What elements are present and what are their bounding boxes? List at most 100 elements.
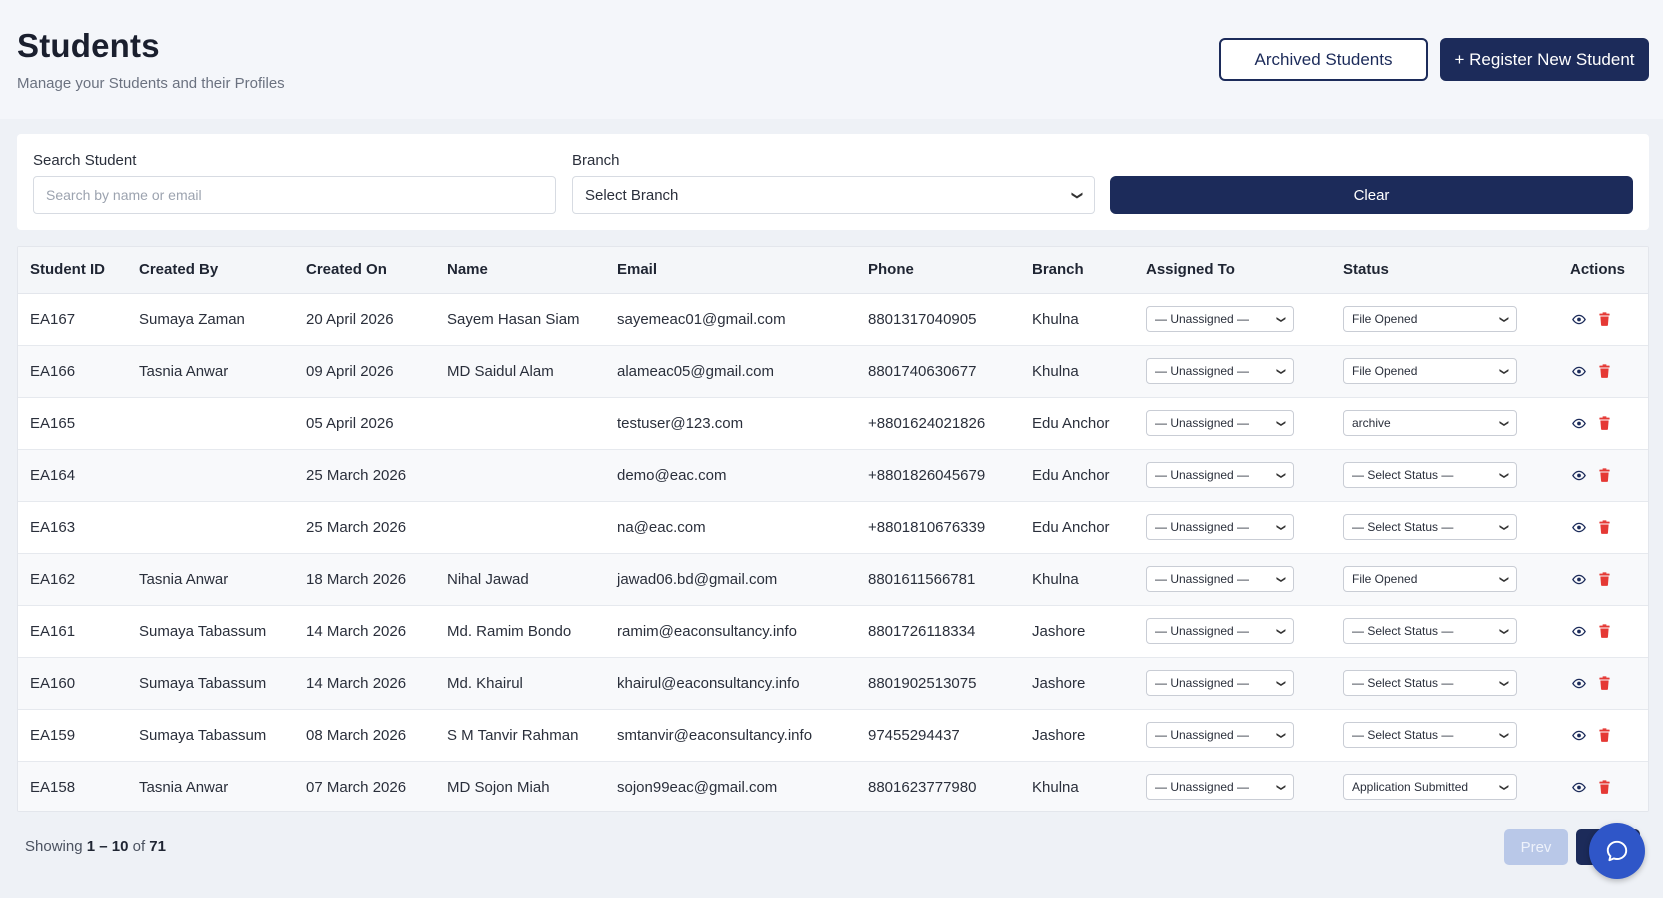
chevron-down-icon: ❯ bbox=[1276, 523, 1287, 531]
assigned-to-select[interactable]: — Unassigned — ❯ bbox=[1146, 618, 1294, 644]
branch-label: Branch bbox=[572, 152, 620, 169]
status-select[interactable]: Application Submitted ❯ bbox=[1343, 774, 1517, 800]
trash-icon[interactable] bbox=[1598, 676, 1612, 690]
assigned-to-select[interactable]: — Unassigned — ❯ bbox=[1146, 462, 1294, 488]
prev-page-button[interactable]: Prev bbox=[1504, 829, 1568, 865]
status-value: File Opened bbox=[1352, 364, 1418, 378]
status-select[interactable]: — Select Status — ❯ bbox=[1343, 722, 1517, 748]
trash-icon[interactable] bbox=[1598, 416, 1612, 430]
assigned-to-value: — Unassigned — bbox=[1155, 416, 1250, 430]
status-select[interactable]: archive ❯ bbox=[1343, 410, 1517, 436]
eye-icon[interactable] bbox=[1572, 364, 1586, 378]
chat-button[interactable] bbox=[1589, 823, 1645, 879]
trash-icon[interactable] bbox=[1598, 572, 1612, 586]
status-select[interactable]: — Select Status — ❯ bbox=[1343, 462, 1517, 488]
eye-icon[interactable] bbox=[1572, 312, 1586, 326]
status-cell: File Opened ❯ bbox=[1331, 553, 1558, 606]
assigned-to-value: — Unassigned — bbox=[1155, 780, 1250, 794]
trash-icon[interactable] bbox=[1598, 520, 1612, 534]
trash-icon[interactable] bbox=[1598, 624, 1612, 638]
column-header-branch: Branch bbox=[1020, 247, 1134, 294]
assigned-to-cell: — Unassigned — ❯ bbox=[1134, 605, 1331, 658]
assigned-to-select[interactable]: — Unassigned — ❯ bbox=[1146, 566, 1294, 592]
branch-select-value: Select Branch bbox=[585, 186, 679, 204]
status-value: — Select Status — bbox=[1352, 624, 1454, 638]
branch-cell: Khulna bbox=[1020, 761, 1134, 811]
assigned-to-select[interactable]: — Unassigned — ❯ bbox=[1146, 774, 1294, 800]
table-row: EA166 Tasnia Anwar 09 April 2026 MD Saidul … bbox=[18, 345, 1648, 398]
trash-icon[interactable] bbox=[1598, 312, 1612, 326]
email-cell: sayemeac01@gmail.com bbox=[605, 293, 856, 346]
student-id-cell: EA163 bbox=[18, 501, 127, 554]
status-value: — Select Status — bbox=[1352, 728, 1454, 742]
email-cell: jawad06.bd@gmail.com bbox=[605, 553, 856, 606]
page-title: Students bbox=[17, 27, 160, 64]
clear-button[interactable]: Clear bbox=[1110, 176, 1633, 214]
phone-cell: 97455294437 bbox=[856, 709, 1020, 762]
email-cell: smtanvir@eaconsultancy.info bbox=[605, 709, 856, 762]
chevron-down-icon: ❯ bbox=[1499, 471, 1510, 479]
trash-icon[interactable] bbox=[1598, 780, 1612, 794]
status-value: Application Submitted bbox=[1352, 780, 1469, 794]
eye-icon[interactable] bbox=[1572, 728, 1586, 742]
status-select[interactable]: — Select Status — ❯ bbox=[1343, 670, 1517, 696]
table-row: EA162 Tasnia Anwar 18 March 2026 Nihal Jawa… bbox=[18, 553, 1648, 606]
eye-icon[interactable] bbox=[1572, 676, 1586, 690]
chevron-down-icon: ❯ bbox=[1499, 679, 1510, 687]
name-cell: MD Saidul Alam bbox=[435, 345, 605, 398]
eye-icon[interactable] bbox=[1572, 468, 1586, 482]
status-select[interactable]: File Opened ❯ bbox=[1343, 566, 1517, 592]
showing-prefix: Showing bbox=[25, 838, 83, 855]
created-on-cell: 08 March 2026 bbox=[294, 709, 435, 762]
status-select[interactable]: File Opened ❯ bbox=[1343, 306, 1517, 332]
trash-icon[interactable] bbox=[1598, 468, 1612, 482]
eye-icon[interactable] bbox=[1572, 520, 1586, 534]
assigned-to-select[interactable]: — Unassigned — ❯ bbox=[1146, 358, 1294, 384]
status-value: — Select Status — bbox=[1352, 520, 1454, 534]
created-on-cell: 07 March 2026 bbox=[294, 761, 435, 811]
created-by-cell: Tasnia Anwar bbox=[127, 553, 294, 606]
search-input[interactable] bbox=[33, 176, 556, 214]
actions-cell bbox=[1558, 501, 1648, 554]
trash-icon[interactable] bbox=[1598, 364, 1612, 378]
student-id-cell: EA166 bbox=[18, 345, 127, 398]
status-value: — Select Status — bbox=[1352, 468, 1454, 482]
status-cell: File Opened ❯ bbox=[1331, 345, 1558, 398]
archived-students-button[interactable]: Archived Students bbox=[1219, 38, 1428, 81]
chevron-down-icon: ❯ bbox=[1499, 783, 1510, 791]
assigned-to-select[interactable]: — Unassigned — ❯ bbox=[1146, 722, 1294, 748]
eye-icon[interactable] bbox=[1572, 624, 1586, 638]
student-id-cell: EA160 bbox=[18, 657, 127, 710]
branch-cell: Khulna bbox=[1020, 345, 1134, 398]
status-select[interactable]: File Opened ❯ bbox=[1343, 358, 1517, 384]
assigned-to-select[interactable]: — Unassigned — ❯ bbox=[1146, 306, 1294, 332]
branch-select[interactable]: Select Branch ❯ bbox=[572, 176, 1095, 214]
trash-icon[interactable] bbox=[1598, 728, 1612, 742]
table-row: EA161 Sumaya Tabassum 14 March 2026 Md. Ram… bbox=[18, 605, 1648, 658]
assigned-to-value: — Unassigned — bbox=[1155, 364, 1250, 378]
column-header-email: Email bbox=[605, 247, 856, 294]
student-id-cell: EA164 bbox=[18, 449, 127, 502]
assigned-to-cell: — Unassigned — ❯ bbox=[1134, 761, 1331, 811]
register-new-student-button[interactable]: + Register New Student bbox=[1440, 38, 1649, 81]
eye-icon[interactable] bbox=[1572, 780, 1586, 794]
eye-icon[interactable] bbox=[1572, 572, 1586, 586]
chevron-down-icon: ❯ bbox=[1276, 419, 1287, 427]
column-header-status: Status bbox=[1331, 247, 1558, 294]
phone-cell: +8801624021826 bbox=[856, 397, 1020, 450]
status-select[interactable]: — Select Status — ❯ bbox=[1343, 514, 1517, 540]
created-on-cell: 20 April 2026 bbox=[294, 293, 435, 346]
chevron-down-icon: ❯ bbox=[1276, 627, 1287, 635]
eye-icon[interactable] bbox=[1572, 416, 1586, 430]
created-by-cell: Tasnia Anwar bbox=[127, 345, 294, 398]
assigned-to-cell: — Unassigned — ❯ bbox=[1134, 449, 1331, 502]
name-cell bbox=[435, 449, 605, 502]
assigned-to-value: — Unassigned — bbox=[1155, 312, 1250, 326]
assigned-to-select[interactable]: — Unassigned — ❯ bbox=[1146, 514, 1294, 540]
table-row: EA167 Sumaya Zaman 20 April 2026 Sayem Hasa… bbox=[18, 293, 1648, 346]
assigned-to-select[interactable]: — Unassigned — ❯ bbox=[1146, 670, 1294, 696]
assigned-to-cell: — Unassigned — ❯ bbox=[1134, 553, 1331, 606]
branch-cell: Khulna bbox=[1020, 553, 1134, 606]
status-select[interactable]: — Select Status — ❯ bbox=[1343, 618, 1517, 644]
assigned-to-select[interactable]: — Unassigned — ❯ bbox=[1146, 410, 1294, 436]
